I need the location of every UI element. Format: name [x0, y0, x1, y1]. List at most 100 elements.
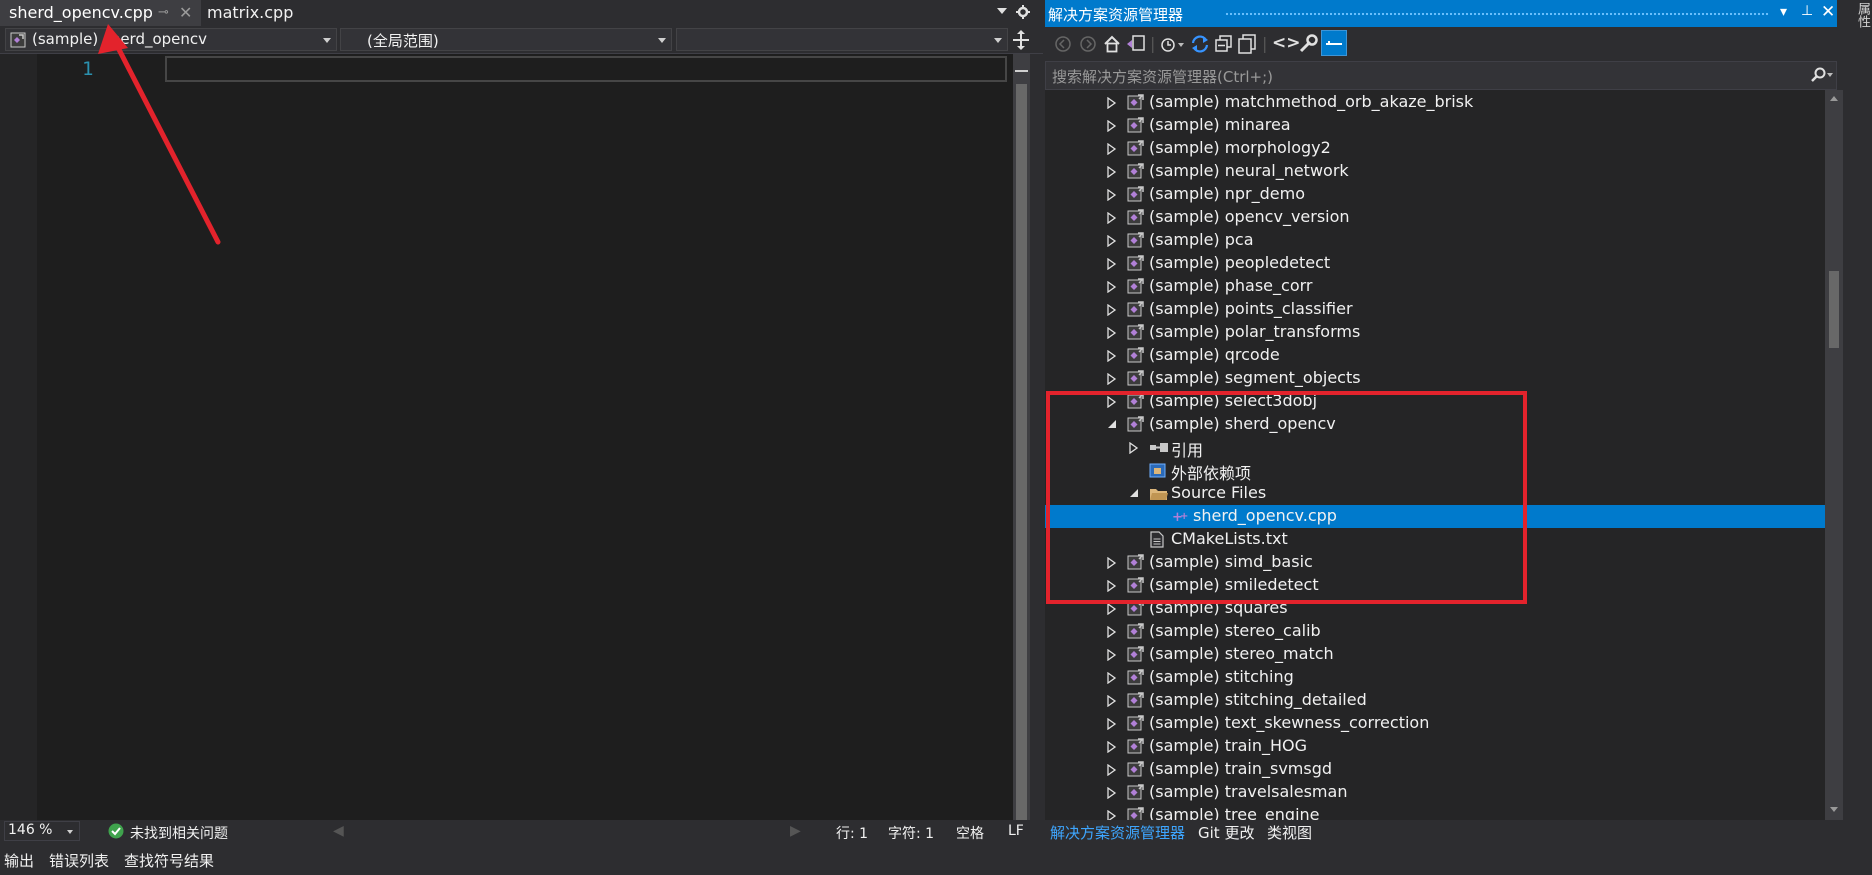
tree-item[interactable]: (sample) segment_objects [1045, 367, 1825, 390]
tree-item[interactable]: (sample) neural_network [1045, 160, 1825, 183]
forward-icon[interactable] [1080, 36, 1096, 52]
title-grip [1225, 12, 1769, 16]
editor-scrollbar[interactable] [1013, 54, 1030, 824]
collapsed-triangle-icon[interactable] [1107, 718, 1117, 730]
tree-item[interactable]: (sample) matchmethod_orb_akaze_brisk [1045, 91, 1825, 114]
tree-item[interactable]: (sample) npr_demo [1045, 183, 1825, 206]
collapsed-triangle-icon[interactable] [1107, 189, 1117, 201]
tree-item-label: (sample) travelsalesman [1149, 782, 1348, 801]
window-position-dropdown-icon[interactable]: ▾ [1780, 4, 1787, 20]
scope-dropdown[interactable]: (全局范围) [340, 28, 672, 51]
collapsed-triangle-icon[interactable] [1107, 626, 1117, 638]
tree-item[interactable]: (sample) morphology2 [1045, 137, 1825, 160]
tab-overflow-dropdown-icon[interactable] [996, 6, 1008, 16]
properties-wrench-icon[interactable] [1298, 34, 1318, 54]
collapsed-triangle-icon[interactable] [1107, 350, 1117, 362]
eol-indicator[interactable]: LF [1008, 823, 1024, 839]
collapsed-triangle-icon[interactable] [1107, 787, 1117, 799]
issues-status[interactable]: 未找到相关问题 [130, 823, 228, 843]
tree-item[interactable]: (sample) train_HOG [1045, 735, 1825, 758]
scrollbar-thumb[interactable] [1829, 271, 1839, 348]
tab-solution-explorer[interactable]: 解决方案资源管理器 [1050, 822, 1185, 843]
sync-icon[interactable] [1190, 34, 1210, 54]
pending-changes-filter-icon[interactable] [1160, 35, 1186, 53]
collapsed-triangle-icon[interactable] [1107, 810, 1117, 820]
project-icon [1127, 209, 1145, 226]
collapsed-triangle-icon[interactable] [1107, 235, 1117, 247]
scroll-down-arrow[interactable] [1830, 807, 1838, 812]
scroll-up-arrow[interactable] [1830, 96, 1838, 101]
tree-item[interactable]: (sample) phase_corr [1045, 275, 1825, 298]
tree-item[interactable]: (sample) peopledetect [1045, 252, 1825, 275]
tree-item-label: (sample) peopledetect [1149, 253, 1331, 272]
pin-icon[interactable]: ⊥ [1801, 3, 1813, 19]
collapsed-triangle-icon[interactable] [1107, 741, 1117, 753]
show-all-files-icon[interactable] [1238, 34, 1256, 54]
hscroll-right-arrow[interactable]: ▶ [790, 823, 801, 839]
solution-explorer-search[interactable] [1045, 61, 1837, 90]
tab-error-list[interactable]: 错误列表 [49, 850, 109, 871]
preview-selected-items-icon[interactable] [1321, 30, 1347, 56]
back-icon[interactable] [1055, 36, 1071, 52]
collapsed-triangle-icon[interactable] [1107, 672, 1117, 684]
properties-side-tab[interactable]: 属性 [1848, 0, 1872, 40]
tree-item[interactable]: (sample) stereo_calib [1045, 620, 1825, 643]
tab-find-symbol-results[interactable]: 查找符号结果 [124, 850, 214, 871]
collapsed-triangle-icon[interactable] [1107, 649, 1117, 661]
collapsed-triangle-icon[interactable] [1107, 212, 1117, 224]
project-icon [1127, 163, 1145, 180]
tree-item-label: (sample) segment_objects [1149, 368, 1361, 387]
tree-item[interactable]: (sample) opencv_version [1045, 206, 1825, 229]
tree-item[interactable]: (sample) pca [1045, 229, 1825, 252]
tab-git-changes[interactable]: Git 更改 [1198, 822, 1254, 843]
collapsed-triangle-icon[interactable] [1107, 327, 1117, 339]
collapsed-triangle-icon[interactable] [1107, 143, 1117, 155]
tree-item-label: (sample) polar_transforms [1149, 322, 1361, 341]
tree-item[interactable]: (sample) stitching [1045, 666, 1825, 689]
solution-explorer-scrollbar[interactable] [1825, 90, 1843, 820]
tab-class-view[interactable]: 类视图 [1267, 822, 1312, 843]
collapsed-triangle-icon[interactable] [1107, 304, 1117, 316]
collapsed-triangle-icon[interactable] [1107, 281, 1117, 293]
tree-item[interactable]: (sample) stereo_match [1045, 643, 1825, 666]
split-editor-icon[interactable] [1012, 30, 1030, 50]
collapsed-triangle-icon[interactable] [1107, 373, 1117, 385]
tree-item[interactable]: (sample) train_svmsgd [1045, 758, 1825, 781]
collapsed-triangle-icon[interactable] [1107, 695, 1117, 707]
collapse-all-icon[interactable] [1215, 35, 1233, 53]
tree-item[interactable]: (sample) tree_engine [1045, 804, 1825, 820]
search-input[interactable] [1050, 65, 1794, 88]
view-code-icon[interactable]: <> [1272, 33, 1301, 53]
collapsed-triangle-icon[interactable] [1107, 258, 1117, 270]
line-indicator[interactable]: 行: 1 [836, 823, 868, 843]
collapsed-triangle-icon[interactable] [1107, 764, 1117, 776]
project-icon [1127, 301, 1145, 318]
close-icon[interactable]: ✕ [1821, 2, 1835, 22]
tree-item[interactable]: (sample) stitching_detailed [1045, 689, 1825, 712]
switch-views-icon[interactable] [1126, 35, 1146, 53]
gear-icon[interactable] [1015, 4, 1031, 20]
current-line-highlight [165, 56, 1007, 82]
member-dropdown[interactable] [676, 28, 1008, 51]
scrollbar-thumb[interactable] [1016, 84, 1027, 824]
collapsed-triangle-icon[interactable] [1107, 97, 1117, 109]
collapsed-triangle-icon[interactable] [1107, 120, 1117, 132]
tree-item[interactable]: (sample) polar_transforms [1045, 321, 1825, 344]
collapsed-triangle-icon[interactable] [1107, 166, 1117, 178]
collapsed-triangle-icon[interactable] [1107, 603, 1117, 615]
zoom-dropdown[interactable]: 146 % [4, 821, 80, 841]
tab-output[interactable]: 输出 [4, 850, 34, 871]
char-indicator[interactable]: 字符: 1 [888, 823, 934, 843]
tree-item[interactable]: (sample) points_classifier [1045, 298, 1825, 321]
annotation-arrow [90, 14, 230, 254]
whitespace-indicator[interactable]: 空格 [956, 823, 984, 843]
home-icon[interactable] [1103, 35, 1121, 53]
search-icon[interactable] [1810, 67, 1834, 83]
solution-explorer-title-bar[interactable]: 解决方案资源管理器 ▾ ⊥ ✕ [1045, 0, 1837, 27]
tree-item[interactable]: (sample) text_skewness_correction [1045, 712, 1825, 735]
tree-item[interactable]: (sample) travelsalesman [1045, 781, 1825, 804]
tree-item[interactable]: (sample) qrcode [1045, 344, 1825, 367]
hscroll-left-arrow[interactable]: ◀ [333, 823, 344, 839]
tree-item-label: (sample) matchmethod_orb_akaze_brisk [1149, 92, 1474, 111]
tree-item[interactable]: (sample) minarea [1045, 114, 1825, 137]
